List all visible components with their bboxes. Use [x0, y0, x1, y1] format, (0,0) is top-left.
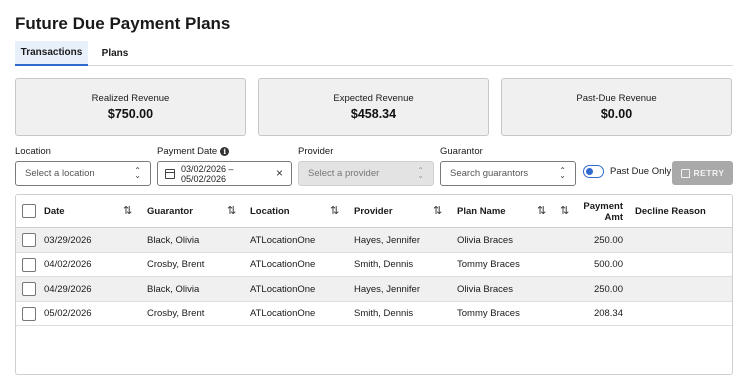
retry-icon	[680, 168, 690, 178]
sort-icon[interactable]: ⇅	[537, 204, 546, 217]
cell-payment-amt: 208.34	[593, 308, 623, 319]
header-plan-name[interactable]: Plan Name	[457, 195, 506, 228]
card-value: $0.00	[600, 107, 633, 121]
calendar-icon[interactable]	[165, 168, 175, 179]
retry-button[interactable]: RETRY	[672, 161, 733, 185]
cell-location: ATLocationOne	[250, 283, 316, 295]
date-range-start: 03/02/2026 –	[181, 163, 234, 174]
chevron-updown-icon: ⌃ ⌄	[559, 166, 566, 180]
chevron-updown-icon: ⌃ ⌄	[417, 166, 424, 180]
header-location[interactable]: Location	[250, 195, 290, 228]
cell-provider: Smith, Dennis	[354, 308, 414, 319]
header-decline-reason[interactable]: Decline Reason	[635, 195, 706, 228]
header-payment-amt-line1: Payment	[583, 200, 623, 212]
date-range-end: 05/02/2026	[181, 173, 227, 184]
chevron-updown-icon: ⌃ ⌄	[134, 166, 141, 180]
provider-label: Provider	[298, 146, 334, 157]
past-due-only-toggle-wrap: Past Due Only	[583, 165, 671, 178]
clear-icon[interactable]: ×	[276, 166, 283, 180]
cell-plan-name: Olivia Braces	[457, 283, 513, 295]
cell-guarantor: Black, Olivia	[147, 283, 200, 295]
cell-date: 03/29/2026	[44, 234, 92, 246]
provider-select[interactable]: Select a provider ⌃ ⌄	[298, 161, 434, 186]
cell-provider: Hayes, Jennifer	[354, 234, 421, 246]
cell-location: ATLocationOne	[250, 259, 316, 270]
sort-icon[interactable]: ⇅	[123, 204, 132, 217]
cell-date: 05/02/2026	[44, 308, 92, 319]
sort-icon[interactable]: ⇅	[433, 204, 442, 217]
location-placeholder: Select a location	[25, 168, 95, 179]
payment-date-label-wrap: Payment Date i	[157, 146, 230, 157]
date-range-text: 03/02/2026 – 05/02/2026	[181, 164, 234, 184]
header-payment-amt[interactable]: Payment Amt	[564, 195, 623, 228]
guarantor-label: Guarantor	[440, 146, 483, 157]
payment-date-label: Payment Date	[157, 146, 218, 157]
header-provider[interactable]: Provider	[354, 195, 393, 228]
guarantor-placeholder: Search guarantors	[450, 168, 529, 179]
info-icon[interactable]: i	[220, 147, 230, 156]
card-label: Past-Due Revenue	[576, 93, 657, 104]
past-due-only-toggle[interactable]	[583, 165, 604, 178]
location-select[interactable]: Select a location ⌃ ⌄	[15, 161, 151, 186]
row-checkbox[interactable]	[22, 306, 36, 321]
location-label: Location	[15, 146, 51, 157]
card-label: Realized Revenue	[91, 93, 170, 104]
cell-guarantor: Crosby, Brent	[147, 259, 205, 270]
card-value: $750.00	[107, 107, 154, 121]
row-checkbox[interactable]	[22, 257, 36, 272]
page-title: Future Due Payment Plans	[15, 14, 231, 33]
retry-label: RETRY	[693, 168, 725, 178]
cell-provider: Hayes, Jennifer	[354, 283, 421, 295]
table-header-row: Date ⇅ Guarantor ⇅ Location ⇅ Provider ⇅…	[16, 195, 732, 228]
cell-plan-name: Olivia Braces	[457, 234, 513, 246]
table-row[interactable]: 03/29/2026 Black, Olivia ATLocationOne H…	[16, 228, 732, 253]
sort-icon[interactable]: ⇅	[330, 204, 339, 217]
header-guarantor[interactable]: Guarantor	[147, 195, 193, 228]
cell-date: 04/02/2026	[44, 259, 92, 270]
table-row[interactable]: 05/02/2026 Crosby, Brent ATLocationOne S…	[16, 302, 732, 326]
cell-guarantor: Crosby, Brent	[147, 308, 205, 319]
tab-plans[interactable]: Plans	[88, 41, 142, 66]
cell-plan-name: Tommy Braces	[457, 259, 520, 270]
payment-date-range-input[interactable]: 03/02/2026 – 05/02/2026 ×	[157, 161, 292, 186]
cell-location: ATLocationOne	[250, 308, 316, 319]
header-date[interactable]: Date	[44, 195, 65, 228]
row-checkbox[interactable]	[22, 233, 36, 247]
realized-revenue-card: Realized Revenue $750.00	[15, 78, 246, 136]
table-row[interactable]: 04/02/2026 Crosby, Brent ATLocationOne S…	[16, 253, 732, 277]
sort-icon[interactable]: ⇅	[227, 204, 236, 217]
tab-transactions[interactable]: Transactions	[15, 41, 88, 66]
cell-payment-amt: 250.00	[593, 283, 623, 295]
cell-provider: Smith, Dennis	[354, 259, 414, 270]
cell-location: ATLocationOne	[250, 234, 316, 246]
row-checkbox[interactable]	[22, 282, 36, 296]
transactions-table: Date ⇅ Guarantor ⇅ Location ⇅ Provider ⇅…	[15, 194, 733, 375]
past-due-only-label: Past Due Only	[610, 166, 672, 177]
table-row[interactable]: 04/29/2026 Black, Olivia ATLocationOne H…	[16, 277, 732, 302]
header-payment-amt-line2: Amt	[604, 211, 623, 223]
card-value: $458.34	[350, 107, 397, 121]
expected-revenue-card: Expected Revenue $458.34	[258, 78, 489, 136]
cell-payment-amt: 500.00	[593, 259, 623, 270]
tab-bar: Transactions Plans	[15, 41, 733, 66]
provider-placeholder: Select a provider	[308, 168, 380, 179]
cell-guarantor: Black, Olivia	[147, 234, 200, 246]
guarantor-search-select[interactable]: Search guarantors ⌃ ⌄	[440, 161, 576, 186]
cell-plan-name: Tommy Braces	[457, 308, 520, 319]
past-due-revenue-card: Past-Due Revenue $0.00	[501, 78, 732, 136]
select-all-checkbox[interactable]	[22, 204, 36, 218]
cell-date: 04/29/2026	[44, 283, 92, 295]
card-label: Expected Revenue	[333, 93, 414, 104]
cell-payment-amt: 250.00	[593, 234, 623, 246]
